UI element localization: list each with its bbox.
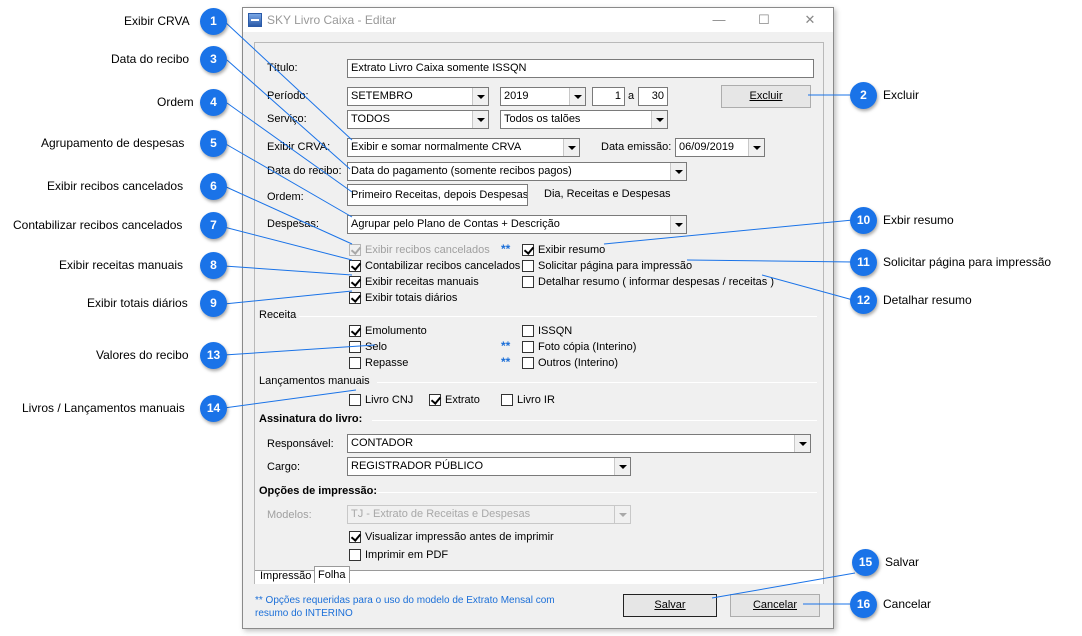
callout-badge-13: 13 [200,342,227,369]
callout-label-8: Exibir receitas manuais [59,258,184,272]
callout-label-15: Salvar [885,555,920,569]
callout-line-15 [711,572,856,599]
callout-label-16: Cancelar [883,597,932,611]
callout-label-13: Valores do recibo [96,348,189,362]
callout-badge-12: 12 [850,287,877,314]
callout-label-6: Exibir recibos cancelados [47,179,184,193]
callout-label-1: Exibir CRVA [124,14,190,28]
callout-line-7 [223,226,353,261]
callout-line-3 [226,59,351,170]
callout-line-6 [223,185,353,245]
callout-line-8 [223,265,353,276]
callout-line-1 [223,20,353,141]
callout-label-9: Exibir totais diários [87,296,188,310]
callout-badge-5: 5 [200,130,227,157]
callout-label-2: Excluir [883,88,920,102]
callout-badge-14: 14 [200,395,227,422]
callout-badge-3: 3 [200,46,227,73]
callout-label-4: Ordem [157,95,194,109]
callout-badge-10: 10 [850,207,877,234]
callout-badge-2: 2 [850,82,877,109]
callout-badge-11: 11 [850,249,877,276]
callout-badge-6: 6 [200,173,227,200]
callout-label-12: Detalhar resumo [883,293,972,307]
callout-label-14: Livros / Lançamentos manuais [22,401,185,415]
callout-line-12 [761,274,854,301]
callout-line-11 [686,259,854,263]
callout-badge-1: 1 [200,8,227,35]
callout-badge-16: 16 [850,591,877,618]
callout-label-3: Data do recibo [111,52,190,66]
callout-label-10: Exbir resumo [883,213,954,227]
callout-label-5: Agrupamento de despesas [41,136,185,150]
callout-badge-9: 9 [200,290,227,317]
callout-badge-7: 7 [200,212,227,239]
callout-line-13 [223,344,376,356]
callout-label-11: Solicitar página para impressão [883,255,1052,269]
callout-label-7: Contabilizar recibos cancelados [13,218,183,232]
callout-line-10 [603,219,854,245]
callout-badge-15: 15 [852,549,879,576]
callout-line-14 [223,389,357,409]
callout-badge-4: 4 [200,89,227,116]
callout-badge-8: 8 [200,252,227,279]
callout-line-4 [226,102,353,193]
callout-line-9 [223,290,353,305]
